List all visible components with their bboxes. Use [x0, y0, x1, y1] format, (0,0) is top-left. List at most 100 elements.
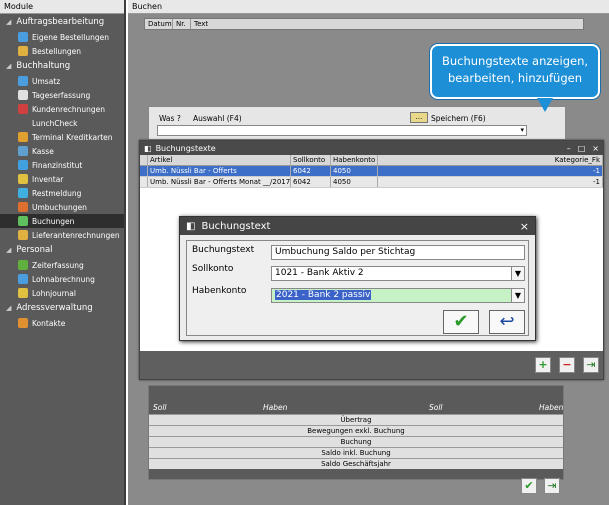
sidebar-item[interactable]: Zeiterfassung — [0, 258, 124, 272]
was-label: Was ? — [159, 114, 181, 123]
sidebar-item[interactable]: Kundenrechnungen — [0, 102, 124, 116]
table-header: Artikel Sollkonto Habenkonto Kategorie_F… — [140, 155, 603, 166]
callout-line1: Buchungstexte anzeigen, — [441, 54, 589, 68]
sidebar-item[interactable]: LunchCheck — [0, 116, 124, 130]
sidebar: Module ◢ Auftragsbearbeitung Eigene Bestel… — [0, 0, 126, 505]
window-icon: ◧ — [144, 143, 152, 153]
sidebar-item-label: Inventar — [32, 174, 64, 184]
col-text[interactable]: Text — [191, 19, 583, 29]
dialog-titlebar[interactable]: ◧ Buchungstext × — [180, 217, 535, 235]
nav-section[interactable]: ◢ Adressverwaltung — [0, 300, 124, 316]
expand-arrow-icon[interactable]: ◢ — [6, 18, 11, 26]
cancel-button[interactable]: ↩ — [489, 310, 525, 334]
buchungstext-label: Buchungstext — [192, 245, 255, 255]
sidebar-item-label: Terminal Kreditkarten — [32, 132, 113, 142]
sidebar-item-label: Tageserfassung — [32, 90, 91, 100]
booking-text-select[interactable]: ▾ — [157, 125, 527, 136]
window-titlebar[interactable]: ◧ Buchungstexte – □ × — [140, 141, 603, 155]
sidebar-item[interactable]: Lohnjournal — [0, 286, 124, 300]
invoice-icon — [18, 104, 28, 114]
expand-arrow-icon[interactable]: ◢ — [6, 246, 11, 254]
save-button[interactable]: ✔ — [521, 478, 537, 494]
habenkonto-select[interactable]: 2021 - Bank 2 passiv ▼ — [271, 288, 525, 303]
sidebar-item[interactable]: Lohnabrechnung — [0, 272, 124, 286]
sidebar-item[interactable]: Restmeldung — [0, 186, 124, 200]
box-icon — [18, 46, 28, 56]
sidebar-item-label: Lieferantenrechnungen — [32, 230, 120, 240]
summary-row: Buchung — [149, 436, 563, 447]
sidebar-item-label: Kontakte — [32, 318, 66, 328]
nav-section[interactable]: ◢ Buchhaltung — [0, 58, 124, 74]
sidebar-item[interactable]: Buchungen — [0, 214, 124, 228]
sidebar-item[interactable]: Kontakte — [0, 316, 124, 330]
col-artikel[interactable]: Artikel — [148, 155, 291, 165]
nav-section[interactable]: ◢ Auftragsbearbeitung — [0, 14, 124, 30]
sidebar-item[interactable]: Lieferantenrechnungen — [0, 228, 124, 242]
sidebar-item[interactable]: Bestellungen — [0, 44, 124, 58]
sidebar-item[interactable]: Umsatz — [0, 74, 124, 88]
chevron-down-icon[interactable]: ▼ — [511, 267, 524, 280]
row-indicator — [140, 166, 148, 176]
booking-texts-button[interactable]: ... — [410, 112, 428, 123]
auswahl-label: Auswahl (F4) — [193, 114, 242, 123]
col-datum[interactable]: Datum — [145, 19, 173, 29]
sidebar-item-label: Kundenrechnungen — [32, 104, 105, 114]
sidebar-item[interactable]: Umbuchungen — [0, 200, 124, 214]
close-button[interactable]: × — [592, 144, 599, 153]
sidebar-item[interactable]: Inventar — [0, 172, 124, 186]
summary-row: Bewegungen exkl. Buchung — [149, 425, 563, 436]
sidebar-header: Module — [0, 0, 124, 14]
sidebar-item-label: Eigene Bestellungen — [32, 32, 109, 42]
sidebar-item[interactable]: Kasse — [0, 144, 124, 158]
exit-button[interactable]: ⇥ — [544, 478, 560, 494]
sidebar-item[interactable]: Tageserfassung — [0, 88, 124, 102]
exit-icon[interactable]: ⇥ — [583, 357, 599, 373]
nav-list: ◢ Auftragsbearbeitung Eigene Bestellungen B… — [0, 14, 124, 330]
sidebar-item[interactable]: Eigene Bestellungen — [0, 30, 124, 44]
chevron-down-icon[interactable]: ▼ — [511, 289, 524, 302]
sidebar-item-label: Kasse — [32, 146, 54, 156]
chart-icon — [18, 76, 28, 86]
table-row[interactable]: Umb. Nüssli Bar - Offerts 6042 4050 -1 — [140, 166, 603, 177]
confirm-button[interactable]: ✔ — [443, 310, 479, 334]
booking-form: Was ? Auswahl (F4) Speichern (F6) ▾ — [148, 106, 566, 140]
nav-section-label: Personal — [16, 245, 53, 255]
expand-arrow-icon[interactable]: ◢ — [6, 62, 11, 70]
expand-arrow-icon[interactable]: ◢ — [6, 304, 11, 312]
exit-icon: ⇥ — [547, 479, 557, 492]
maximize-button[interactable]: □ — [578, 144, 586, 153]
contacts-icon — [18, 318, 28, 328]
cart-icon — [18, 32, 28, 42]
sidebar-item[interactable]: Terminal Kreditkarten — [0, 130, 124, 144]
sidebar-item[interactable]: Finanzinstitut — [0, 158, 124, 172]
window-title: Buchungstexte — [155, 143, 216, 153]
habenkonto-label: Habenkonto — [192, 286, 247, 296]
nav-section-label: Adressverwaltung — [16, 303, 93, 313]
nav-section[interactable]: ◢ Personal — [0, 242, 124, 258]
sollkonto-select[interactable]: 1021 - Bank Aktiv 2 ▼ — [271, 266, 525, 281]
col-sollkonto[interactable]: Sollkonto — [291, 155, 331, 165]
summary-header: Soll Haben Soll Haben — [153, 403, 564, 412]
nav-section-label: Auftragsbearbeitung — [16, 17, 105, 27]
dialog-icon: ◧ — [186, 220, 196, 232]
add-icon[interactable]: + — [535, 357, 551, 373]
journal-icon — [18, 288, 28, 298]
dialog-close-button[interactable]: × — [520, 220, 529, 233]
delete-icon[interactable]: − — [559, 357, 575, 373]
card-icon — [18, 132, 28, 142]
summary-row: Saldo Geschäftsjahr — [149, 458, 563, 469]
buchungstext-input[interactable]: Umbuchung Saldo per Stichtag — [271, 245, 525, 260]
sidebar-item-label: Buchungen — [32, 216, 75, 226]
sollkonto-label: Sollkonto — [192, 264, 234, 274]
bookings-grid-header: Datum Nr. Text — [144, 18, 584, 30]
table-row[interactable]: Umb. Nüssli Bar - Offerts Monat __/2017 … — [140, 177, 603, 188]
summary-row: Saldo inkl. Buchung — [149, 447, 563, 458]
inventory-icon — [18, 174, 28, 184]
col-habenkonto[interactable]: Habenkonto — [331, 155, 378, 165]
col-kategorie[interactable]: Kategorie_Fk — [378, 155, 603, 165]
col-nr[interactable]: Nr. — [173, 19, 191, 29]
checkmark-icon: ✔ — [524, 479, 534, 492]
supplier-icon — [18, 230, 28, 240]
minimize-button[interactable]: – — [567, 144, 571, 153]
col-indicator — [140, 155, 148, 165]
